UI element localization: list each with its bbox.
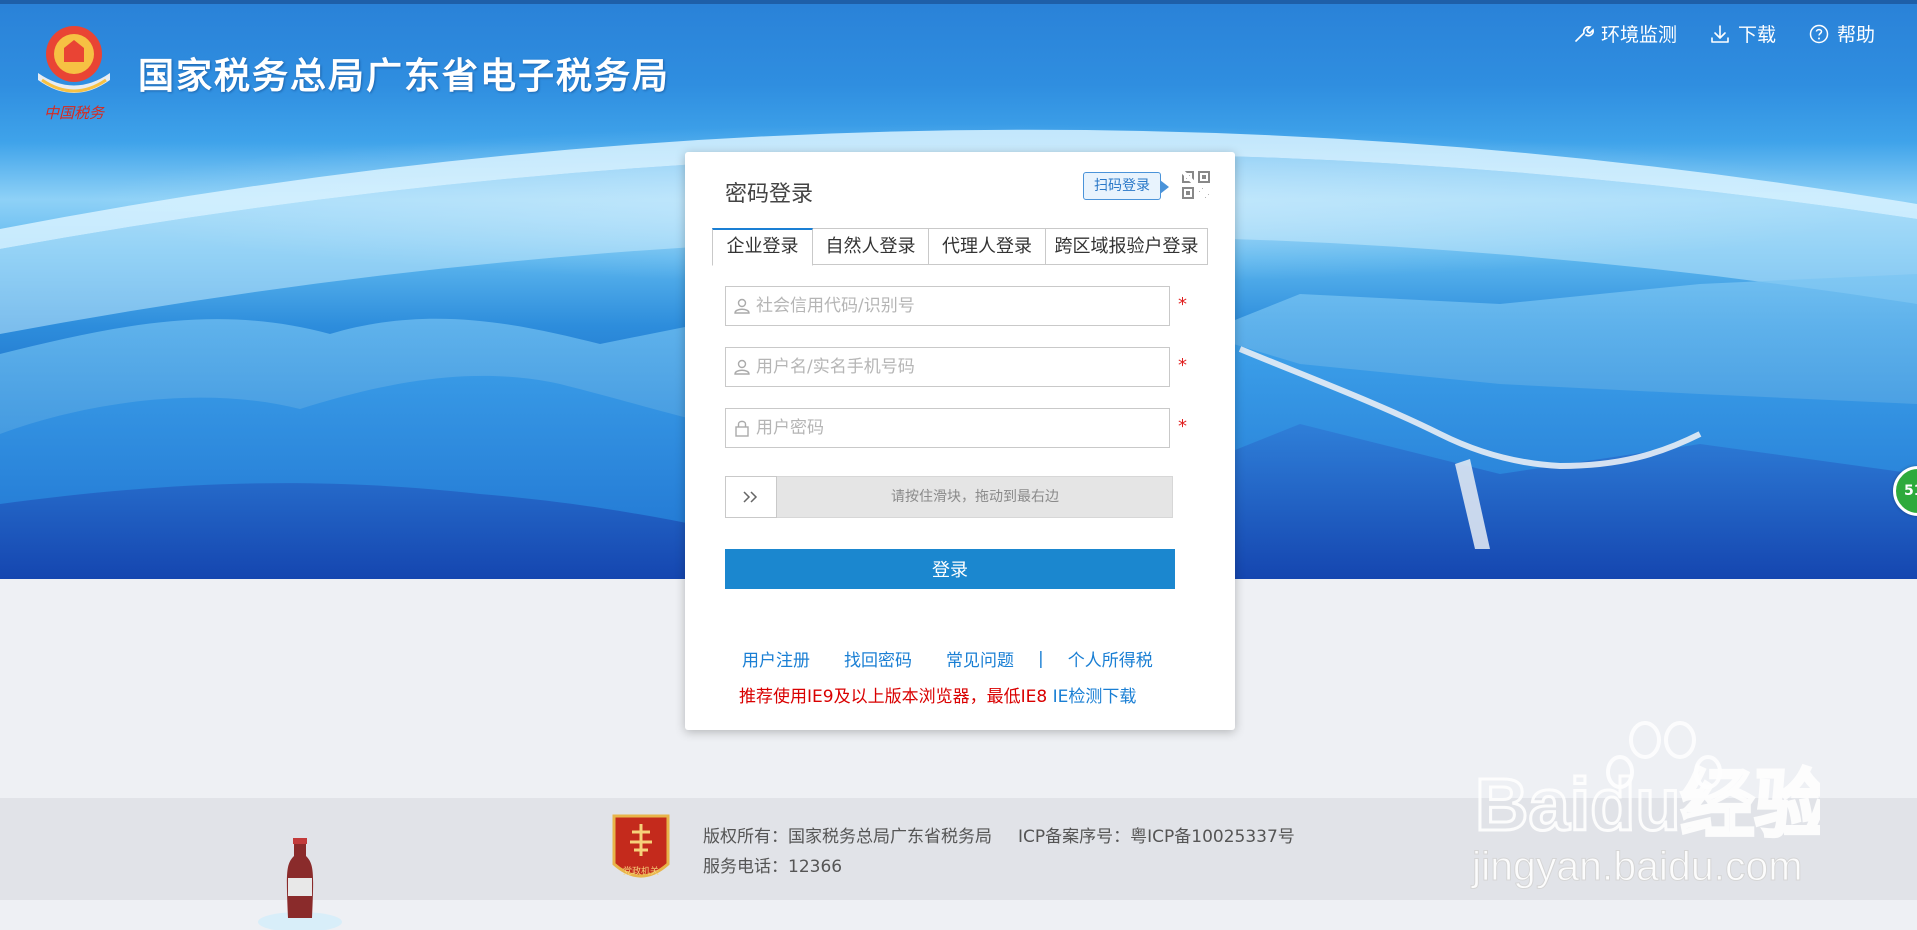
baidu-jingyan-watermark: Baidu经验 jingyan.baidu.com bbox=[1471, 721, 1820, 890]
watermark-url: jingyan.baidu.com bbox=[1471, 843, 1802, 889]
password-field bbox=[725, 408, 1170, 448]
mascot-image bbox=[258, 838, 342, 930]
download-icon bbox=[1711, 24, 1729, 43]
slider-hint: 请按住滑块，拖动到最右边 bbox=[891, 489, 1059, 505]
username-input[interactable] bbox=[756, 348, 1161, 386]
login-type-tabs: 企业登录 自然人登录 代理人登录 跨区域报验户登录 bbox=[712, 228, 1208, 266]
service-phone: 服务电话：12366 bbox=[703, 857, 843, 877]
wrench-icon bbox=[1575, 25, 1594, 42]
copyright-text: 版权所有：国家税务总局广东省税务局 bbox=[703, 827, 992, 847]
qr-login-tag[interactable]: 扫码登录 bbox=[1083, 172, 1169, 200]
party-government-emblem[interactable]: 党政机关 bbox=[610, 812, 672, 888]
lock-icon bbox=[735, 420, 749, 437]
required-mark: * bbox=[1178, 416, 1187, 437]
help-links: 用户注册 找回密码 常见问题 | 个人所得税 bbox=[742, 646, 1153, 672]
user-icon bbox=[734, 359, 750, 375]
personal-tax-link[interactable]: 个人所得税 bbox=[1068, 646, 1153, 671]
site-title: 国家税务总局广东省电子税务局 bbox=[138, 56, 671, 97]
user-icon bbox=[734, 298, 750, 314]
recover-password-link[interactable]: 找回密码 bbox=[844, 646, 912, 671]
slider-handle[interactable] bbox=[725, 476, 777, 518]
username-field bbox=[725, 347, 1170, 387]
required-mark: * bbox=[1178, 355, 1187, 376]
login-button[interactable]: 登录 bbox=[725, 549, 1175, 589]
tab-cross-region[interactable]: 跨区域报验户登录 bbox=[1046, 228, 1208, 265]
credit-code-input[interactable] bbox=[756, 287, 1161, 325]
help-label: 帮助 bbox=[1836, 24, 1875, 46]
top-nav: 环境监测 下载 帮助 bbox=[1572, 20, 1875, 47]
link-separator: | bbox=[1038, 648, 1044, 669]
ie-check-download-link[interactable]: IE检测下载 bbox=[1053, 687, 1137, 707]
tab-agent[interactable]: 代理人登录 bbox=[929, 228, 1046, 265]
credit-code-field bbox=[725, 286, 1170, 326]
help-link[interactable]: 帮助 bbox=[1808, 20, 1875, 47]
icp-text[interactable]: ICP备案序号：粤ICP备10025337号 bbox=[1018, 827, 1295, 847]
download-label: 下载 bbox=[1737, 24, 1776, 46]
tab-individual[interactable]: 自然人登录 bbox=[813, 228, 929, 265]
env-monitor-link[interactable]: 环境监测 bbox=[1572, 20, 1677, 47]
login-title: 密码登录 bbox=[725, 182, 814, 207]
download-link[interactable]: 下载 bbox=[1709, 20, 1776, 47]
login-card: 密码登录 扫码登录 企业登录 自然人登录 代理人登录 跨区域报验户登录 * * … bbox=[685, 152, 1235, 730]
emblem-text: 党政机关 bbox=[623, 865, 659, 877]
logo-text: 中国税务 bbox=[44, 104, 106, 122]
register-link[interactable]: 用户注册 bbox=[742, 646, 810, 671]
tab-enterprise[interactable]: 企业登录 bbox=[712, 228, 813, 266]
faq-link[interactable]: 常见问题 bbox=[946, 646, 1014, 671]
help-icon bbox=[1809, 24, 1829, 43]
tax-emblem-logo: 中国税务 bbox=[38, 26, 110, 122]
captcha-slider: 请按住滑块，拖动到最右边 bbox=[725, 476, 1173, 518]
required-mark: * bbox=[1178, 294, 1187, 315]
footer-text: 版权所有：国家税务总局广东省税务局 ICP备案序号：粤ICP备10025337号 … bbox=[703, 822, 1295, 882]
watermark-brand: Baidu经验 bbox=[1475, 763, 1820, 846]
password-input[interactable] bbox=[756, 409, 1161, 447]
double-chevron-right-icon bbox=[743, 491, 758, 503]
env-monitor-label: 环境监测 bbox=[1600, 24, 1677, 46]
browser-warning: 推荐使用IE9及以上版本浏览器，最低IE8 bbox=[739, 687, 1048, 707]
browser-note: 推荐使用IE9及以上版本浏览器，最低IE8 IE检测下载 bbox=[739, 682, 1136, 707]
qr-code-icon[interactable] bbox=[1181, 170, 1211, 200]
